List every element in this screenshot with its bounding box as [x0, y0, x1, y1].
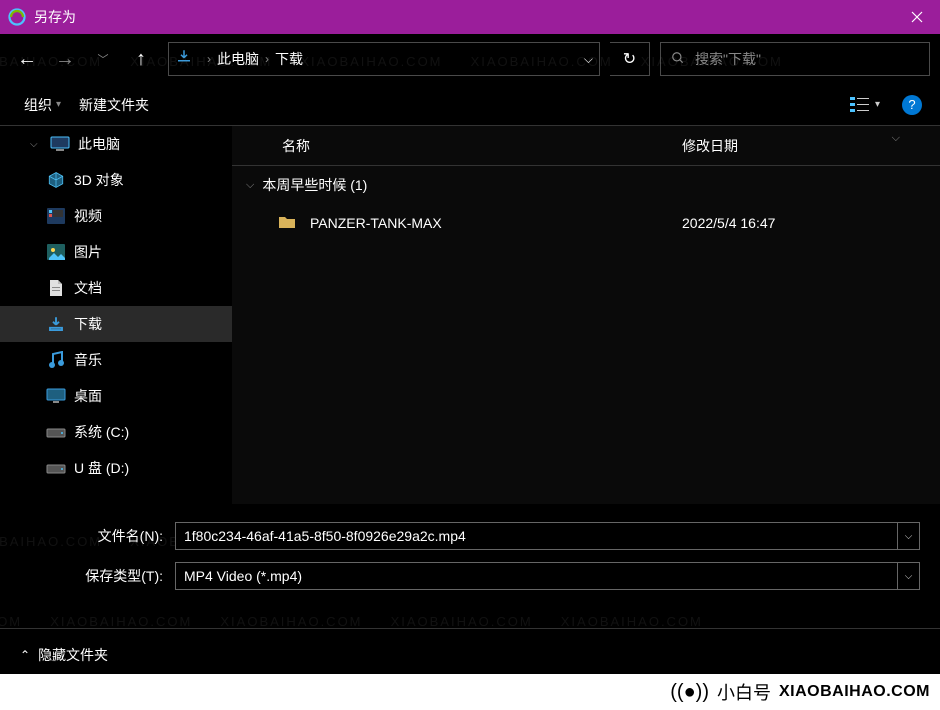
filetype-label: 保存类型(T):	[20, 566, 175, 586]
filename-label: 文件名(N):	[20, 526, 175, 546]
sidebar-item-drive[interactable]: 系统 (C:)	[0, 414, 232, 450]
file-name: PANZER-TANK-MAX	[310, 215, 442, 231]
computer-icon	[50, 136, 70, 152]
image-icon	[46, 244, 66, 260]
sidebar-item-video[interactable]: 视频	[0, 198, 232, 234]
sidebar-item-drive[interactable]: U 盘 (D:)	[0, 450, 232, 486]
chevron-right-icon: ›	[265, 52, 269, 66]
sidebar-item-doc[interactable]: 文档	[0, 270, 232, 306]
cube-icon	[46, 171, 66, 189]
chevron-down-icon[interactable]: ⌵	[897, 523, 919, 549]
sidebar-item-cube[interactable]: 3D 对象	[0, 162, 232, 198]
organize-menu[interactable]: 组织 ▾	[18, 91, 67, 119]
sidebar-item-label: 3D 对象	[74, 170, 124, 190]
sidebar-item-label: U 盘 (D:)	[74, 458, 129, 478]
sidebar-item-label: 文档	[74, 278, 102, 298]
doc-icon	[46, 279, 66, 297]
sidebar-item-label: 下载	[74, 314, 102, 334]
titlebar[interactable]: 另存为	[0, 0, 940, 34]
watermark-brand: 小白号	[717, 679, 771, 705]
back-button[interactable]: ←	[10, 42, 44, 76]
music-icon	[46, 351, 66, 369]
video-icon	[46, 208, 66, 224]
sidebar-item-label: 桌面	[74, 386, 102, 406]
chevron-down-icon[interactable]: ⌵	[897, 563, 919, 589]
file-list-area: 名称 修改日期 ⌵ ⌵ 本周早些时候 (1) PANZER-TANK-MAX 2…	[232, 126, 940, 504]
column-headers: 名称 修改日期 ⌵	[232, 126, 940, 166]
filename-input[interactable]: 1f80c234-46af-41a5-8f50-8f0926e29a2c.mp4…	[175, 522, 920, 550]
sidebar-item-label: 系统 (C:)	[74, 422, 129, 442]
details-view-icon	[849, 96, 871, 114]
chevron-down-icon: ▾	[875, 99, 880, 110]
sidebar-item-label: 此电脑	[78, 134, 120, 154]
chevron-up-icon: ⌃	[20, 648, 30, 662]
chevron-down-icon[interactable]: ⌵	[246, 179, 254, 192]
watermark-strip: ((●)) 小白号 XIAOBAIHAO.COM	[0, 674, 940, 710]
column-date[interactable]: 修改日期	[682, 136, 940, 156]
search-placeholder: 搜索"下载"	[695, 49, 761, 69]
nav-row: ← → ﹀ ↑ › 此电脑 › 下载 ⌵ ↻ 搜索"下载"	[0, 34, 940, 84]
forward-button[interactable]: →	[48, 42, 82, 76]
filetype-select[interactable]: MP4 Video (*.mp4) ⌵	[175, 562, 920, 590]
sidebar[interactable]: ⌵ 此电脑 3D 对象视频图片文档下载音乐桌面系统 (C:) U 盘 (D:)	[0, 126, 232, 504]
file-row[interactable]: PANZER-TANK-MAX 2022/5/4 16:47	[232, 204, 940, 242]
sidebar-item-label: 视频	[74, 206, 102, 226]
address-bar[interactable]: › 此电脑 › 下载 ⌵	[168, 42, 600, 76]
view-options-button[interactable]: ▾	[849, 96, 880, 114]
sidebar-item-image[interactable]: 图片	[0, 234, 232, 270]
drive-icon	[46, 425, 66, 439]
breadcrumb-item[interactable]: 此电脑	[217, 49, 259, 69]
recent-dropdown[interactable]: ﹀	[86, 42, 120, 76]
sidebar-this-pc[interactable]: ⌵ 此电脑	[0, 126, 232, 162]
toolbar: 组织 ▾ 新建文件夹 ▾ ?	[0, 84, 940, 126]
breadcrumb-item[interactable]: 下载	[275, 49, 303, 69]
download-folder-icon	[175, 48, 193, 71]
search-input[interactable]: 搜索"下载"	[660, 42, 930, 76]
search-icon	[671, 51, 685, 68]
desktop-icon	[46, 388, 66, 404]
help-button[interactable]: ?	[902, 95, 922, 115]
chevron-right-icon: ›	[207, 52, 211, 66]
up-button[interactable]: ↑	[124, 42, 158, 76]
edge-icon	[0, 8, 34, 26]
download-icon	[46, 315, 66, 333]
column-name[interactable]: 名称	[232, 136, 682, 156]
sort-indicator-icon: ⌵	[892, 132, 900, 145]
sidebar-item-download[interactable]: 下载	[0, 306, 232, 342]
chevron-down-icon[interactable]: ⌵	[30, 139, 42, 150]
close-button[interactable]	[894, 0, 940, 34]
chevron-down-icon: ▾	[56, 99, 61, 110]
group-header[interactable]: ⌵ 本周早些时候 (1)	[232, 166, 940, 204]
folder-icon	[278, 215, 296, 232]
sidebar-item-music[interactable]: 音乐	[0, 342, 232, 378]
new-folder-button[interactable]: 新建文件夹	[73, 91, 155, 119]
save-form: 文件名(N): 1f80c234-46af-41a5-8f50-8f0926e2…	[0, 504, 940, 612]
hide-folders-toggle[interactable]: ⌃ 隐藏文件夹	[20, 645, 108, 665]
sidebar-item-label: 音乐	[74, 350, 102, 370]
sidebar-item-desktop[interactable]: 桌面	[0, 378, 232, 414]
watermark-domain: XIAOBAIHAO.COM	[779, 683, 930, 701]
chevron-down-icon[interactable]: ⌵	[584, 52, 593, 67]
refresh-button[interactable]: ↻	[610, 42, 650, 76]
drive-icon	[46, 461, 66, 475]
sidebar-item-label: 图片	[74, 242, 102, 262]
file-date: 2022/5/4 16:47	[682, 215, 940, 231]
window-title: 另存为	[34, 7, 76, 27]
dialog-footer: ⌃ 隐藏文件夹	[0, 628, 940, 680]
broadcast-icon: ((●))	[670, 681, 709, 704]
